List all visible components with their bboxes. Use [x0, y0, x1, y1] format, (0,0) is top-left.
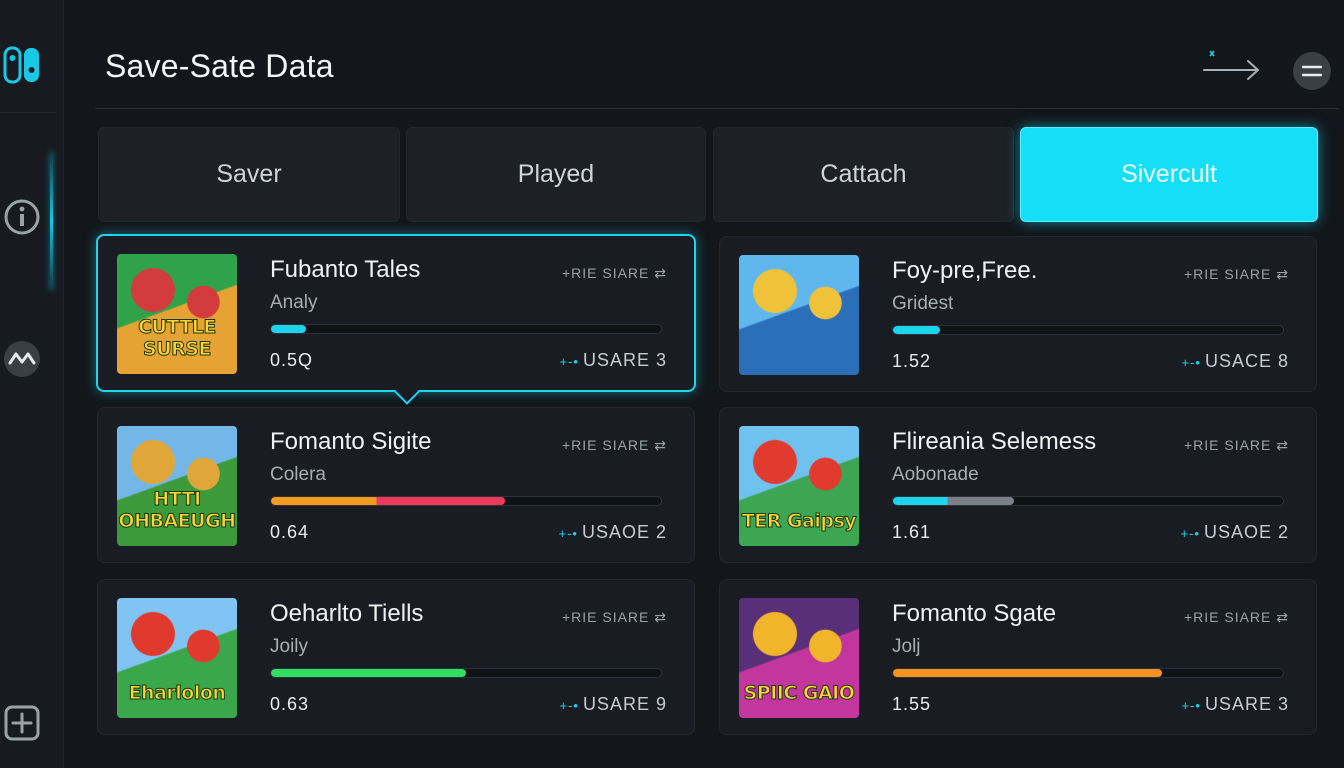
game-thumbnail: Eharlolon [117, 598, 237, 718]
save-size: 1.61 [892, 522, 932, 542]
game-title: Oeharlto Tiells [270, 600, 424, 627]
game-thumbnail: TER Gaipsy [739, 426, 859, 546]
progress-bar [892, 496, 1284, 506]
share-tag[interactable]: +RIE SIARE ⇄ [1184, 609, 1289, 626]
save-size: 1.55 [892, 694, 932, 714]
game-card[interactable]: SPIIC GAIO Fomanto Sgate Jolj +RIE SIARE… [719, 579, 1317, 735]
usage-prefix-icon: +-• [558, 526, 578, 541]
menu-icon [1302, 65, 1322, 77]
progress-fill [271, 669, 466, 677]
save-size: 0.63 [270, 694, 310, 714]
usage-label: +-• USAOE 2 [558, 522, 667, 542]
game-title: Foy-pre,Free. [892, 257, 1038, 284]
game-title: Fubanto Tales [270, 256, 421, 283]
info-icon[interactable] [0, 196, 44, 238]
usage-label: +-• USARE 3 [559, 350, 667, 370]
menu-button[interactable] [1293, 52, 1331, 90]
progress-fill [893, 669, 1163, 677]
progress-bar [270, 324, 662, 334]
game-subtitle: Jolj [892, 636, 921, 657]
progress-fill [893, 497, 1014, 505]
game-thumbnail: SPIIC GAIO [739, 598, 859, 718]
progress-fill [271, 497, 505, 505]
save-size: 0.5Q [270, 350, 314, 370]
game-card[interactable]: TER Gaipsy Flireania Selemess Aobonade +… [719, 407, 1317, 563]
game-thumbnail: CUTTLE SURSE [117, 254, 237, 374]
game-card[interactable]: Eharlolon Oeharlto Tiells Joily +RIE SIA… [97, 579, 695, 735]
usage-prefix-icon: +-• [1181, 355, 1201, 370]
add-icon[interactable] [0, 702, 44, 744]
progress-fill [893, 326, 940, 334]
game-subtitle: Analy [270, 292, 318, 313]
progress-fill [271, 325, 307, 333]
usage-label: +-• USACE 8 [1181, 351, 1289, 371]
usage-label: +-• USARE 3 [1181, 694, 1289, 714]
share-tag[interactable]: +RIE SIARE ⇄ [1184, 266, 1289, 283]
save-size: 0.64 [270, 522, 310, 542]
usage-label: +-• USAOE 2 [1180, 522, 1289, 542]
share-tag[interactable]: +RIE SIARE ⇄ [1184, 437, 1289, 454]
share-tag[interactable]: +RIE SIARE ⇄ [562, 437, 667, 454]
game-thumbnail [739, 255, 859, 375]
arrow-right-icon[interactable] [1200, 46, 1264, 86]
share-tag[interactable]: +RIE SIARE ⇄ [562, 265, 667, 282]
game-title: Fomanto Sigite [270, 428, 432, 455]
usage-prefix-icon: +-• [559, 354, 579, 369]
game-subtitle: Joily [270, 636, 309, 657]
progress-bar [892, 325, 1284, 335]
tab-cattach[interactable]: Cattach [713, 127, 1014, 222]
game-subtitle: Colera [270, 464, 326, 485]
header-divider [95, 108, 1339, 109]
save-size: 1.52 [892, 351, 932, 371]
usage-prefix-icon: +-• [1180, 526, 1200, 541]
sidebar-scroll-indicator[interactable] [50, 152, 53, 290]
selection-pointer [394, 379, 420, 405]
sidebar-divider [0, 112, 56, 113]
game-card[interactable]: Foy-pre,Free. Gridest +RIE SIARE ⇄ 1.52 … [719, 236, 1317, 392]
progress-bar [270, 496, 662, 506]
share-tag[interactable]: +RIE SIARE ⇄ [562, 609, 667, 626]
game-subtitle: Aobonade [892, 464, 979, 485]
usage-label: +-• USARE 9 [559, 694, 667, 714]
game-thumbnail: HTTI OHBAEUGH [117, 426, 237, 546]
page-title: Save-Sate Data [105, 48, 334, 84]
progress-bar [892, 668, 1284, 678]
game-title: Fomanto Sgate [892, 600, 1057, 627]
game-card[interactable]: HTTI OHBAEUGH Fomanto Sigite Colera +RIE… [97, 407, 695, 563]
usage-prefix-icon: +-• [1181, 698, 1201, 713]
tab-saver[interactable]: Saver [98, 127, 400, 222]
game-subtitle: Gridest [892, 293, 954, 314]
sidebar [0, 0, 64, 768]
game-title: Flireania Selemess [892, 428, 1097, 455]
usage-prefix-icon: +-• [559, 698, 579, 713]
game-card[interactable]: CUTTLE SURSE Fubanto Tales Analy +RIE SI… [96, 234, 696, 405]
community-icon[interactable] [0, 338, 44, 380]
tab-sivercult[interactable]: Sivercult [1020, 127, 1318, 222]
console-logo-icon[interactable] [0, 44, 44, 86]
tab-played[interactable]: Played [406, 127, 706, 222]
progress-bar [270, 668, 662, 678]
